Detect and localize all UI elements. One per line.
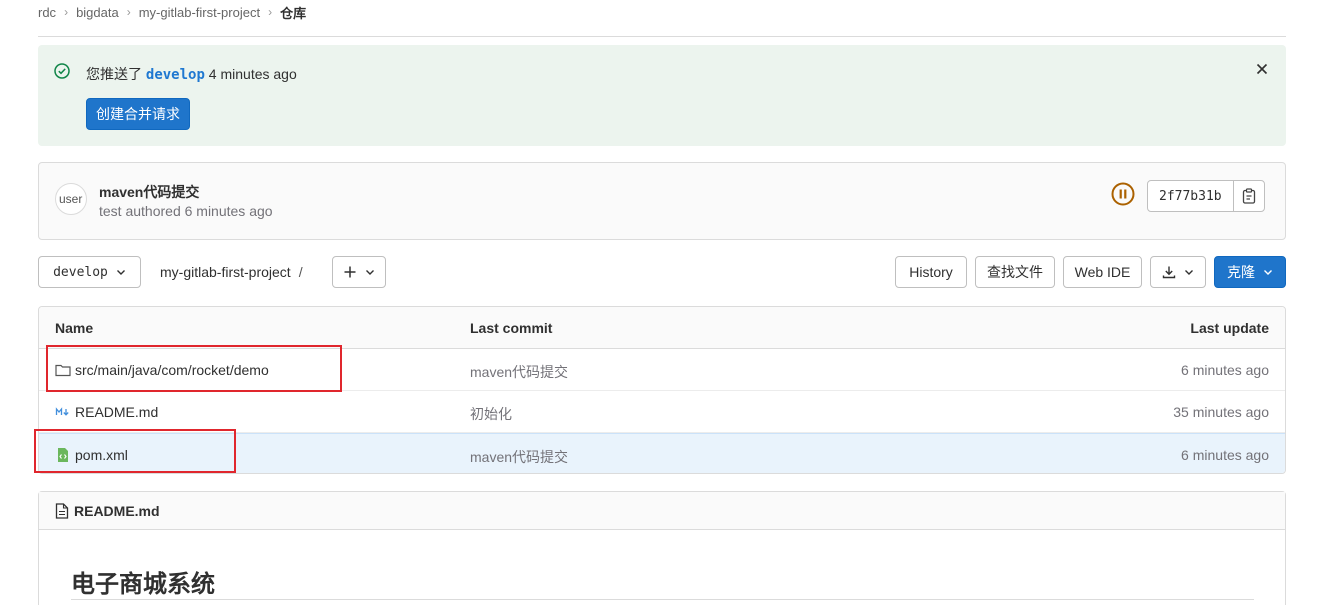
download-icon	[1162, 266, 1176, 279]
commit-title[interactable]: maven代码提交	[99, 182, 199, 202]
download-dropdown[interactable]	[1150, 256, 1206, 288]
readme-heading: 电子商城系统	[71, 571, 215, 598]
last-update-time: 35 minutes ago	[1173, 404, 1269, 420]
breadcrumb-item-bigdata[interactable]: bigdata	[76, 5, 119, 20]
alert-prefix: 您推送了	[86, 66, 142, 82]
table-header: Name Last commit Last update	[39, 307, 1285, 349]
history-button[interactable]: History	[895, 256, 967, 288]
file-icon	[55, 502, 69, 519]
last-update-time: 6 minutes ago	[1181, 362, 1269, 378]
highlight-box-pom	[34, 429, 236, 473]
add-to-tree-dropdown[interactable]	[332, 256, 386, 288]
chevron-down-icon	[116, 270, 125, 275]
commit-sha-group: 2f77b31b	[1147, 180, 1265, 212]
divider	[71, 599, 1254, 600]
last-commit-link[interactable]: 初始化	[470, 404, 512, 424]
breadcrumb: rdc › bigdata › my-gitlab-first-project …	[38, 0, 1286, 37]
alert-message: 您推送了 develop 4 minutes ago	[86, 64, 297, 84]
chevron-right-icon: ›	[126, 5, 131, 19]
branch-dropdown[interactable]: develop	[38, 256, 141, 288]
push-alert: 您推送了 develop 4 minutes ago 创建合并请求	[38, 45, 1286, 146]
last-commit-box: user maven代码提交 test authored 6 minutes a…	[38, 162, 1286, 240]
check-circle-icon	[54, 63, 70, 79]
chevron-down-icon	[366, 270, 374, 275]
markdown-icon	[55, 407, 69, 416]
chevron-down-icon	[1264, 270, 1272, 275]
readme-panel: README.md 电子商城系统	[38, 491, 1286, 605]
file-name-link[interactable]: README.md	[75, 404, 158, 420]
clone-dropdown[interactable]: 克隆	[1214, 256, 1286, 288]
chevron-right-icon: ›	[268, 5, 273, 19]
commit-sha[interactable]: 2f77b31b	[1148, 181, 1234, 211]
path-root-link[interactable]: my-gitlab-first-project	[160, 264, 291, 280]
clone-label: 克隆	[1227, 264, 1255, 280]
branch-dropdown-label: develop	[53, 264, 108, 280]
commit-author: test authored 6 minutes ago	[99, 203, 273, 219]
readme-filename[interactable]: README.md	[74, 503, 160, 519]
plus-icon	[344, 266, 356, 278]
avatar[interactable]: user	[55, 183, 87, 215]
last-commit-link[interactable]: maven代码提交	[470, 447, 568, 467]
chevron-right-icon: ›	[64, 5, 69, 19]
header-last-commit: Last commit	[470, 320, 553, 336]
create-merge-request-button[interactable]: 创建合并请求	[86, 98, 190, 130]
pipeline-paused-icon[interactable]	[1111, 182, 1135, 206]
find-file-button[interactable]: 查找文件	[975, 256, 1055, 288]
copy-sha-button[interactable]	[1234, 181, 1264, 211]
breadcrumb-item-rdc[interactable]: rdc	[38, 5, 56, 20]
header-name: Name	[55, 320, 94, 336]
alert-branch-link[interactable]: develop	[146, 67, 205, 83]
breadcrumb-item-repository[interactable]: 仓库	[280, 3, 306, 22]
readme-header: README.md	[39, 492, 1285, 530]
breadcrumb-item-project[interactable]: my-gitlab-first-project	[139, 5, 260, 20]
header-last-update: Last update	[1190, 320, 1269, 336]
table-row[interactable]: README.md 初始化 35 minutes ago	[39, 391, 1285, 433]
repo-path: my-gitlab-first-project /	[160, 264, 303, 280]
web-ide-button[interactable]: Web IDE	[1063, 256, 1142, 288]
close-icon[interactable]	[1254, 61, 1270, 77]
chevron-down-icon	[1185, 270, 1193, 275]
clipboard-icon	[1242, 188, 1255, 204]
last-update-time: 6 minutes ago	[1181, 447, 1269, 463]
highlight-box-folder	[46, 345, 342, 392]
alert-time: 4 minutes ago	[208, 66, 297, 82]
last-commit-link[interactable]: maven代码提交	[470, 362, 568, 382]
path-separator: /	[298, 264, 303, 280]
